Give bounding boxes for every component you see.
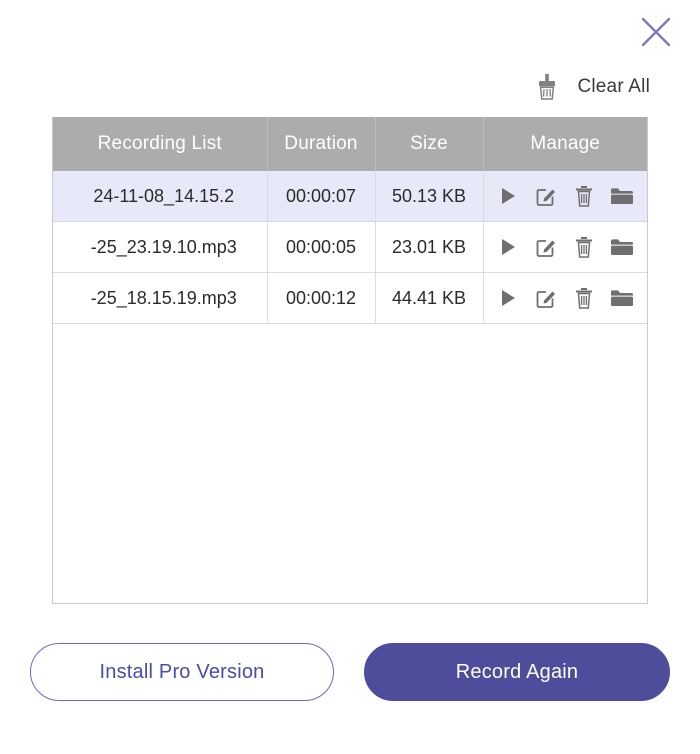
clear-all-label: Clear All [577,76,650,97]
clear-all-button[interactable]: Clear All [534,72,650,102]
recording-table: Recording List Duration Size Manage 24-1… [53,117,647,326]
close-icon [639,15,673,49]
manage-actions [484,184,648,208]
empty-list-area [53,324,647,327]
cell-recording-name: 24-11-08_14.15.2 [53,171,268,222]
record-again-button[interactable]: Record Again [364,643,670,701]
cell-size: 23.01 KB [375,221,484,273]
cell-recording-name: -25_18.15.19.mp3 [53,272,268,324]
folder-icon[interactable] [610,286,634,310]
edit-icon[interactable] [534,286,558,310]
trash-icon[interactable] [572,235,596,259]
cell-duration: 00:00:12 [267,272,376,324]
cell-size: 44.41 KB [375,272,484,324]
recording-name-text: -25_23.19.10.mp3 [90,236,237,257]
table-row[interactable]: -25_18.15.19.mp3 00:00:12 44.41 KB [53,272,648,324]
cell-duration: 00:00:05 [267,221,376,273]
table-row[interactable]: 24-11-08_14.15.2 00:00:07 50.13 KB [53,171,647,222]
table-header-row: Recording List Duration Size Manage [53,117,647,171]
play-icon[interactable] [496,235,520,259]
footer-actions: Install Pro Version Record Again [30,643,670,701]
manage-actions [484,235,648,259]
close-button[interactable] [634,10,678,54]
column-header-recording-list: Recording List [53,117,268,171]
column-header-size: Size [375,117,484,171]
cell-manage [483,221,648,273]
cell-duration: 00:00:07 [267,171,376,222]
recording-table-body: 24-11-08_14.15.2 00:00:07 50.13 KB -25_23.1… [53,171,647,326]
broom-icon [534,72,560,102]
cell-size: 50.13 KB [375,171,484,222]
cell-recording-name: -25_23.19.10.mp3 [53,221,268,273]
play-icon[interactable] [496,184,520,208]
recording-name-text: -25_18.15.19.mp3 [90,287,237,308]
folder-icon[interactable] [610,184,634,208]
cell-manage [483,171,647,222]
install-pro-version-button[interactable]: Install Pro Version [30,643,334,701]
column-header-duration: Duration [267,117,376,171]
recording-list-panel: Recording List Duration Size Manage 24-1… [52,117,648,604]
trash-icon[interactable] [572,184,596,208]
play-icon[interactable] [496,286,520,310]
folder-icon[interactable] [610,235,634,259]
edit-icon[interactable] [534,235,558,259]
edit-icon[interactable] [534,184,558,208]
table-row[interactable]: -25_23.19.10.mp3 00:00:05 23.01 KB [53,221,648,273]
manage-actions [484,286,648,310]
cell-manage [483,272,648,324]
recording-name-text: 24-11-08_14.15.2 [93,185,235,206]
column-header-manage: Manage [483,117,647,171]
trash-icon[interactable] [572,286,596,310]
